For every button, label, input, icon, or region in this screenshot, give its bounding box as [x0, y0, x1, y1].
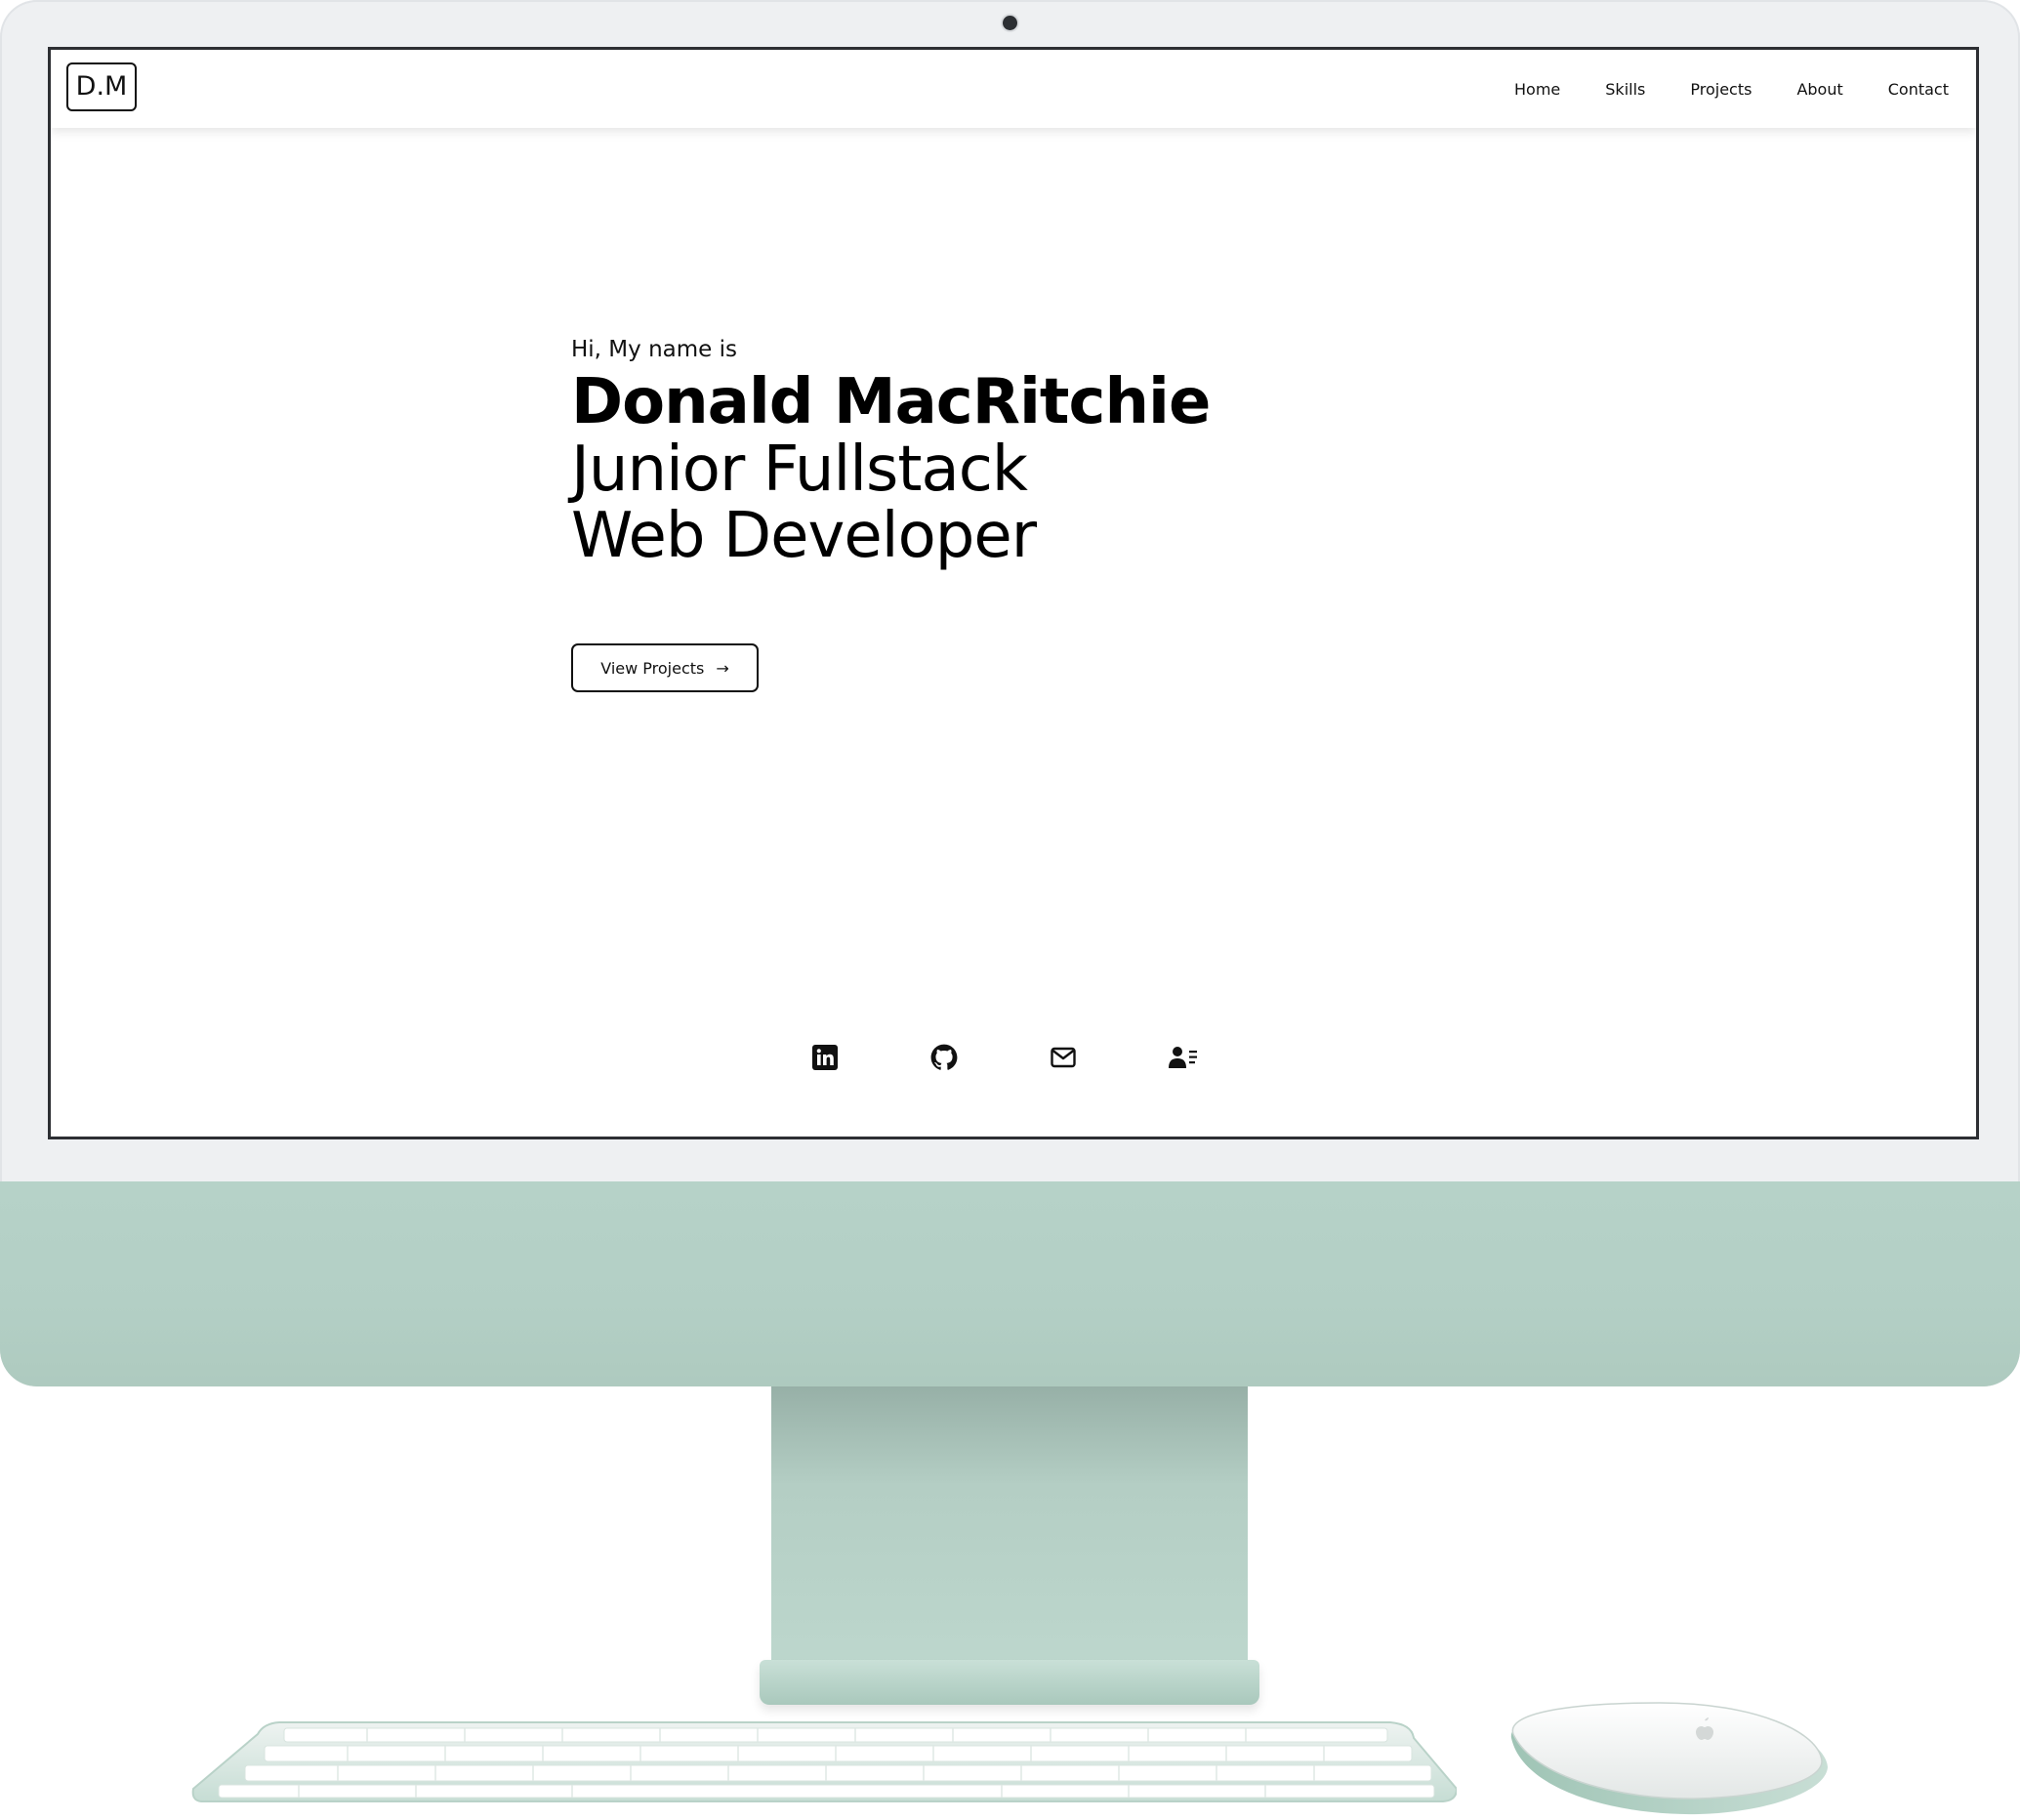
- view-projects-label: View Projects: [600, 658, 705, 678]
- imac-mockup: D.M Home Skills Projects About Contact H…: [0, 0, 2020, 1820]
- nav-link-home[interactable]: Home: [1514, 80, 1560, 99]
- imac-stand-foot: [760, 1660, 1259, 1705]
- navbar: D.M Home Skills Projects About Contact: [51, 50, 1976, 128]
- imac-chin: [0, 1181, 2020, 1386]
- hero-name: Donald MacRitchie: [571, 366, 1211, 438]
- hero-section: Hi, My name is Donald MacRitchie Junior …: [571, 335, 1450, 692]
- nav-link-projects[interactable]: Projects: [1690, 80, 1752, 99]
- contact-card-icon[interactable]: [1169, 1043, 1198, 1072]
- nav-link-about[interactable]: About: [1796, 80, 1842, 99]
- linkedin-icon[interactable]: [812, 1043, 838, 1072]
- screen: D.M Home Skills Projects About Contact H…: [48, 47, 1979, 1139]
- hero-role-line-2: Web Developer: [571, 500, 1037, 572]
- mail-icon[interactable]: [1051, 1043, 1076, 1072]
- imac-stand-neck: [771, 1386, 1248, 1670]
- camera-dot: [1003, 16, 1017, 30]
- nav-link-skills[interactable]: Skills: [1605, 80, 1645, 99]
- imac-display: D.M Home Skills Projects About Contact H…: [0, 0, 2020, 1386]
- nav-links: Home Skills Projects About Contact: [1469, 50, 1949, 128]
- github-icon[interactable]: [930, 1043, 958, 1072]
- keyboard: [191, 1720, 1457, 1802]
- site-logo[interactable]: D.M: [66, 62, 137, 111]
- hero-greeting: Hi, My name is: [571, 337, 737, 362]
- nav-link-contact[interactable]: Contact: [1888, 80, 1949, 99]
- arrow-right-icon: →: [716, 658, 729, 678]
- hero-role-line-1: Junior Fullstack: [571, 434, 1028, 506]
- magic-mouse: [1504, 1699, 1835, 1818]
- social-links: [812, 1038, 1281, 1077]
- view-projects-button[interactable]: View Projects →: [571, 643, 759, 692]
